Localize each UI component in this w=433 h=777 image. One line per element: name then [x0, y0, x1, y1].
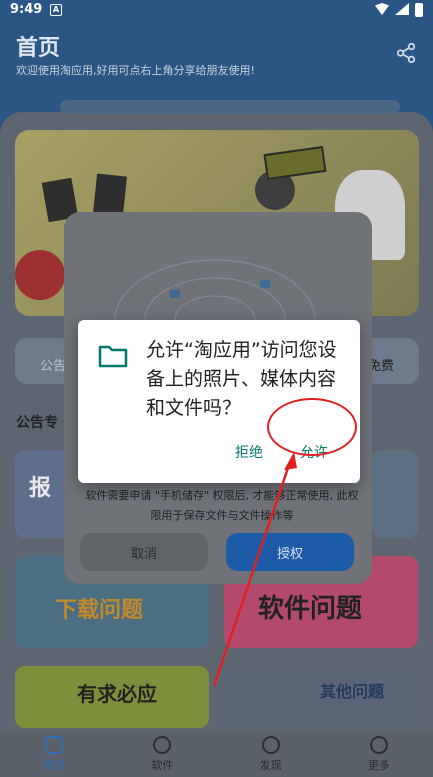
nav-discover[interactable]: 发现	[217, 731, 325, 777]
wifi-icon	[375, 3, 389, 15]
home-icon	[45, 735, 64, 754]
section-title: 公告专	[16, 415, 58, 431]
notification-badge-icon: A	[50, 4, 62, 16]
signal-icon	[395, 3, 409, 15]
highlight-circle	[267, 398, 357, 456]
cube-icon	[153, 735, 172, 754]
search-bar[interactable]	[60, 100, 400, 114]
compass-icon	[261, 735, 280, 754]
nav-software[interactable]: 软件	[108, 731, 216, 777]
cancel-button[interactable]: 取消	[80, 533, 208, 571]
card-right-top[interactable]	[372, 450, 418, 538]
deny-button[interactable]: 拒绝	[235, 442, 263, 462]
battery-icon	[415, 3, 423, 17]
grant-button[interactable]: 授权	[226, 533, 354, 571]
nav-home[interactable]: 首页	[0, 731, 108, 777]
nav-more[interactable]: 更多	[325, 731, 433, 777]
card-on-demand[interactable]: 有求必应	[15, 666, 209, 728]
status-bar: 9:49 A	[0, 0, 433, 22]
page-subtitle: 欢迎使用淘应用,好用可点右上角分享给朋友使用!	[16, 64, 255, 77]
page-title: 首页	[16, 36, 61, 61]
bottom-nav: 首页 软件 发现 更多	[0, 731, 433, 777]
folder-icon	[98, 345, 128, 368]
share-icon[interactable]	[395, 42, 417, 64]
notice-label: 公告	[40, 359, 67, 374]
status-time: 9:49	[10, 2, 43, 17]
card-other-problem[interactable]: 其他问题	[224, 666, 418, 728]
permission-info-text: 软件需要申请 "手机储存" 权限后, 才能够正常使用, 此权限用于保存文件与文件…	[85, 489, 359, 522]
person-icon	[369, 735, 388, 754]
